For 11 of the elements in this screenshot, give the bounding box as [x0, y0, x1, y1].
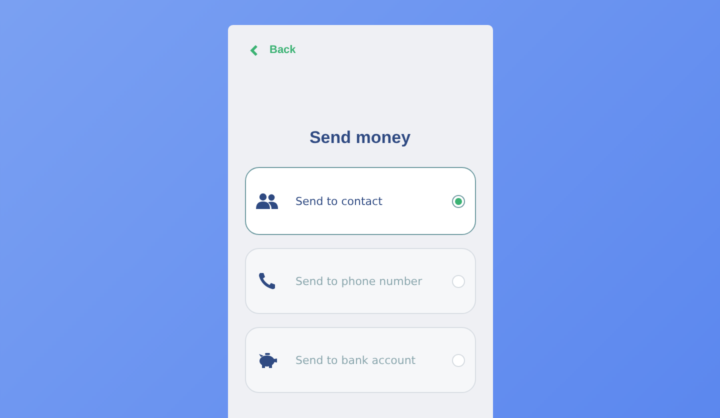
option-card[interactable]: Send to bank account [244, 327, 476, 393]
option-card[interactable]: Send to contact [244, 167, 476, 235]
option-label: Send to bank account [296, 354, 417, 366]
back-chevron-icon [250, 44, 258, 56]
option-card[interactable]: Send to phone number [244, 248, 476, 314]
back-link[interactable]: Back [250, 44, 296, 56]
people-icon [256, 193, 278, 209]
radio-button[interactable] [452, 194, 464, 208]
page-title: Send money [308, 128, 412, 148]
option-label: Send to contact [296, 194, 384, 208]
option-label: Send to phone number [296, 274, 424, 288]
